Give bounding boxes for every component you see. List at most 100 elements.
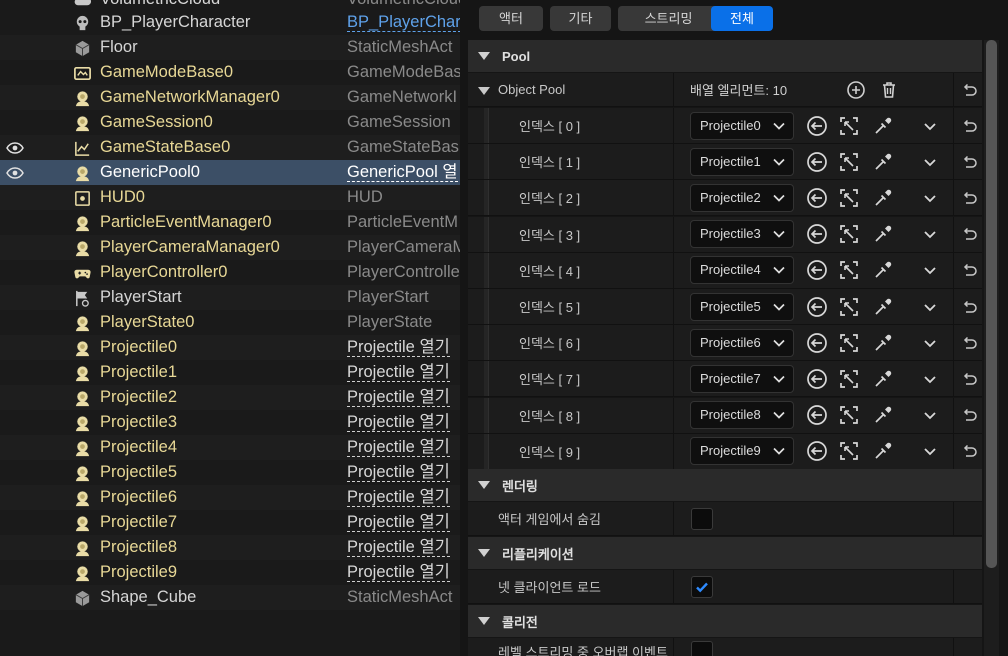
visibility-toggle[interactable] <box>0 85 30 110</box>
eyedropper-icon[interactable] <box>872 223 894 245</box>
net-load-client-checkbox[interactable] <box>691 575 713 598</box>
reset-to-default-icon[interactable] <box>960 406 978 424</box>
outliner-row[interactable]: Projectile0 Projectile 열기 <box>0 335 460 360</box>
chevron-down-icon[interactable] <box>919 223 941 245</box>
visibility-toggle[interactable] <box>0 360 30 385</box>
browse-to-asset-icon[interactable] <box>838 368 860 390</box>
outliner-row[interactable]: GameNetworkManager0 GameNetworkI <box>0 85 460 110</box>
asset-picker-combo[interactable]: Projectile6 <box>690 328 794 357</box>
outliner-row[interactable]: GameSession0 GameSession <box>0 110 460 135</box>
visibility-toggle[interactable] <box>0 385 30 410</box>
open-type-link[interactable]: Projectile 열기 <box>347 385 460 410</box>
browse-to-asset-icon[interactable] <box>838 187 860 209</box>
reset-to-default-icon[interactable] <box>960 153 978 171</box>
outliner-row[interactable]: Projectile7 Projectile 열기 <box>0 510 460 535</box>
browse-to-asset-icon[interactable] <box>838 296 860 318</box>
asset-picker-combo[interactable]: Projectile1 <box>690 147 794 176</box>
chevron-down-icon[interactable] <box>919 259 941 281</box>
outliner-row[interactable]: GameModeBase0 GameModeBas <box>0 60 460 85</box>
outliner-row[interactable]: HUD0 HUD <box>0 185 460 210</box>
asset-picker-combo[interactable]: Projectile3 <box>690 220 794 249</box>
use-selected-icon[interactable] <box>806 368 828 390</box>
visibility-toggle[interactable] <box>0 535 30 560</box>
asset-picker-combo[interactable]: Projectile2 <box>690 183 794 212</box>
eyedropper-icon[interactable] <box>872 115 894 137</box>
outliner-row[interactable]: Projectile4 Projectile 열기 <box>0 435 460 460</box>
category-replication[interactable]: 리플리케이션 <box>468 537 982 569</box>
chevron-down-icon[interactable] <box>919 332 941 354</box>
reset-to-default-icon[interactable] <box>960 298 978 316</box>
visibility-toggle[interactable] <box>0 210 30 235</box>
visibility-toggle[interactable] <box>0 185 30 210</box>
asset-picker-combo[interactable]: Projectile9 <box>690 437 794 466</box>
outliner-row[interactable]: Projectile8 Projectile 열기 <box>0 535 460 560</box>
open-type-link[interactable]: Projectile 열기 <box>347 335 460 360</box>
level-streaming-checkbox[interactable] <box>691 640 713 656</box>
visibility-toggle[interactable] <box>0 560 30 585</box>
filter-all-button[interactable]: 전체 <box>711 6 773 31</box>
outliner-row[interactable]: Projectile1 Projectile 열기 <box>0 360 460 385</box>
outliner-row[interactable]: Projectile3 Projectile 열기 <box>0 410 460 435</box>
category-pool[interactable]: Pool <box>468 40 982 72</box>
reset-to-default-icon[interactable] <box>960 117 978 135</box>
outliner-row[interactable]: PlayerStart PlayerStart <box>0 285 460 310</box>
reset-to-default-icon[interactable] <box>960 261 978 279</box>
reset-to-default-icon[interactable] <box>960 334 978 352</box>
reset-to-default-icon[interactable] <box>960 225 978 243</box>
eyedropper-icon[interactable] <box>872 296 894 318</box>
category-collision[interactable]: 콜리전 <box>468 605 982 637</box>
category-rendering[interactable]: 렌더링 <box>468 469 982 501</box>
visibility-toggle[interactable] <box>0 285 30 310</box>
chevron-down-icon[interactable] <box>919 187 941 209</box>
visibility-toggle[interactable] <box>0 510 30 535</box>
outliner-row[interactable]: PlayerState0 PlayerState <box>0 310 460 335</box>
reset-to-default-icon[interactable] <box>960 189 978 207</box>
open-type-link[interactable]: BP_PlayerChar <box>347 10 460 35</box>
open-type-link[interactable]: Projectile 열기 <box>347 510 460 535</box>
browse-to-asset-icon[interactable] <box>838 404 860 426</box>
chevron-down-icon[interactable] <box>919 404 941 426</box>
chevron-down-icon[interactable] <box>919 296 941 318</box>
visibility-toggle[interactable] <box>0 335 30 360</box>
add-element-icon[interactable] <box>845 79 867 101</box>
visibility-toggle[interactable] <box>0 135 30 160</box>
visibility-toggle[interactable] <box>0 160 30 185</box>
outliner-row[interactable]: PlayerController0 PlayerControlle <box>0 260 460 285</box>
reset-to-default-icon[interactable] <box>960 370 978 388</box>
eyedropper-icon[interactable] <box>872 187 894 209</box>
reset-to-default-icon[interactable] <box>960 81 978 99</box>
outliner-row[interactable]: Projectile6 Projectile 열기 <box>0 485 460 510</box>
chevron-down-icon[interactable] <box>919 115 941 137</box>
chevron-down-icon[interactable] <box>919 151 941 173</box>
outliner-row[interactable]: GameStateBase0 GameStateBas <box>0 135 460 160</box>
open-type-link[interactable]: Projectile 열기 <box>347 360 460 385</box>
filter-actor-button[interactable]: 액터 <box>479 6 543 31</box>
visibility-toggle[interactable] <box>0 410 30 435</box>
visibility-toggle[interactable] <box>0 35 30 60</box>
use-selected-icon[interactable] <box>806 296 828 318</box>
use-selected-icon[interactable] <box>806 332 828 354</box>
asset-picker-combo[interactable]: Projectile5 <box>690 292 794 321</box>
outliner-row[interactable]: BP_PlayerCharacter BP_PlayerChar <box>0 10 460 35</box>
eyedropper-icon[interactable] <box>872 404 894 426</box>
outliner-row[interactable]: PlayerCameraManager0 PlayerCameraM <box>0 235 460 260</box>
visibility-toggle[interactable] <box>0 110 30 135</box>
eyedropper-icon[interactable] <box>872 151 894 173</box>
open-type-link[interactable]: Projectile 열기 <box>347 460 460 485</box>
asset-picker-combo[interactable]: Projectile7 <box>690 364 794 393</box>
use-selected-icon[interactable] <box>806 440 828 462</box>
filter-misc-button[interactable]: 기타 <box>550 6 611 31</box>
browse-to-asset-icon[interactable] <box>838 115 860 137</box>
outliner-row[interactable]: Projectile5 Projectile 열기 <box>0 460 460 485</box>
eyedropper-icon[interactable] <box>872 259 894 281</box>
open-type-link[interactable]: Projectile 열기 <box>347 560 460 585</box>
filter-streaming-button[interactable]: 스트리밍 <box>618 6 719 31</box>
use-selected-icon[interactable] <box>806 223 828 245</box>
browse-to-asset-icon[interactable] <box>838 151 860 173</box>
browse-to-asset-icon[interactable] <box>838 440 860 462</box>
expand-arrow-icon[interactable] <box>478 86 490 95</box>
outliner-row[interactable]: Floor StaticMeshAct <box>0 35 460 60</box>
visibility-toggle[interactable] <box>0 460 30 485</box>
use-selected-icon[interactable] <box>806 151 828 173</box>
outliner-row[interactable]: GenericPool0 GenericPool 열 <box>0 160 460 185</box>
